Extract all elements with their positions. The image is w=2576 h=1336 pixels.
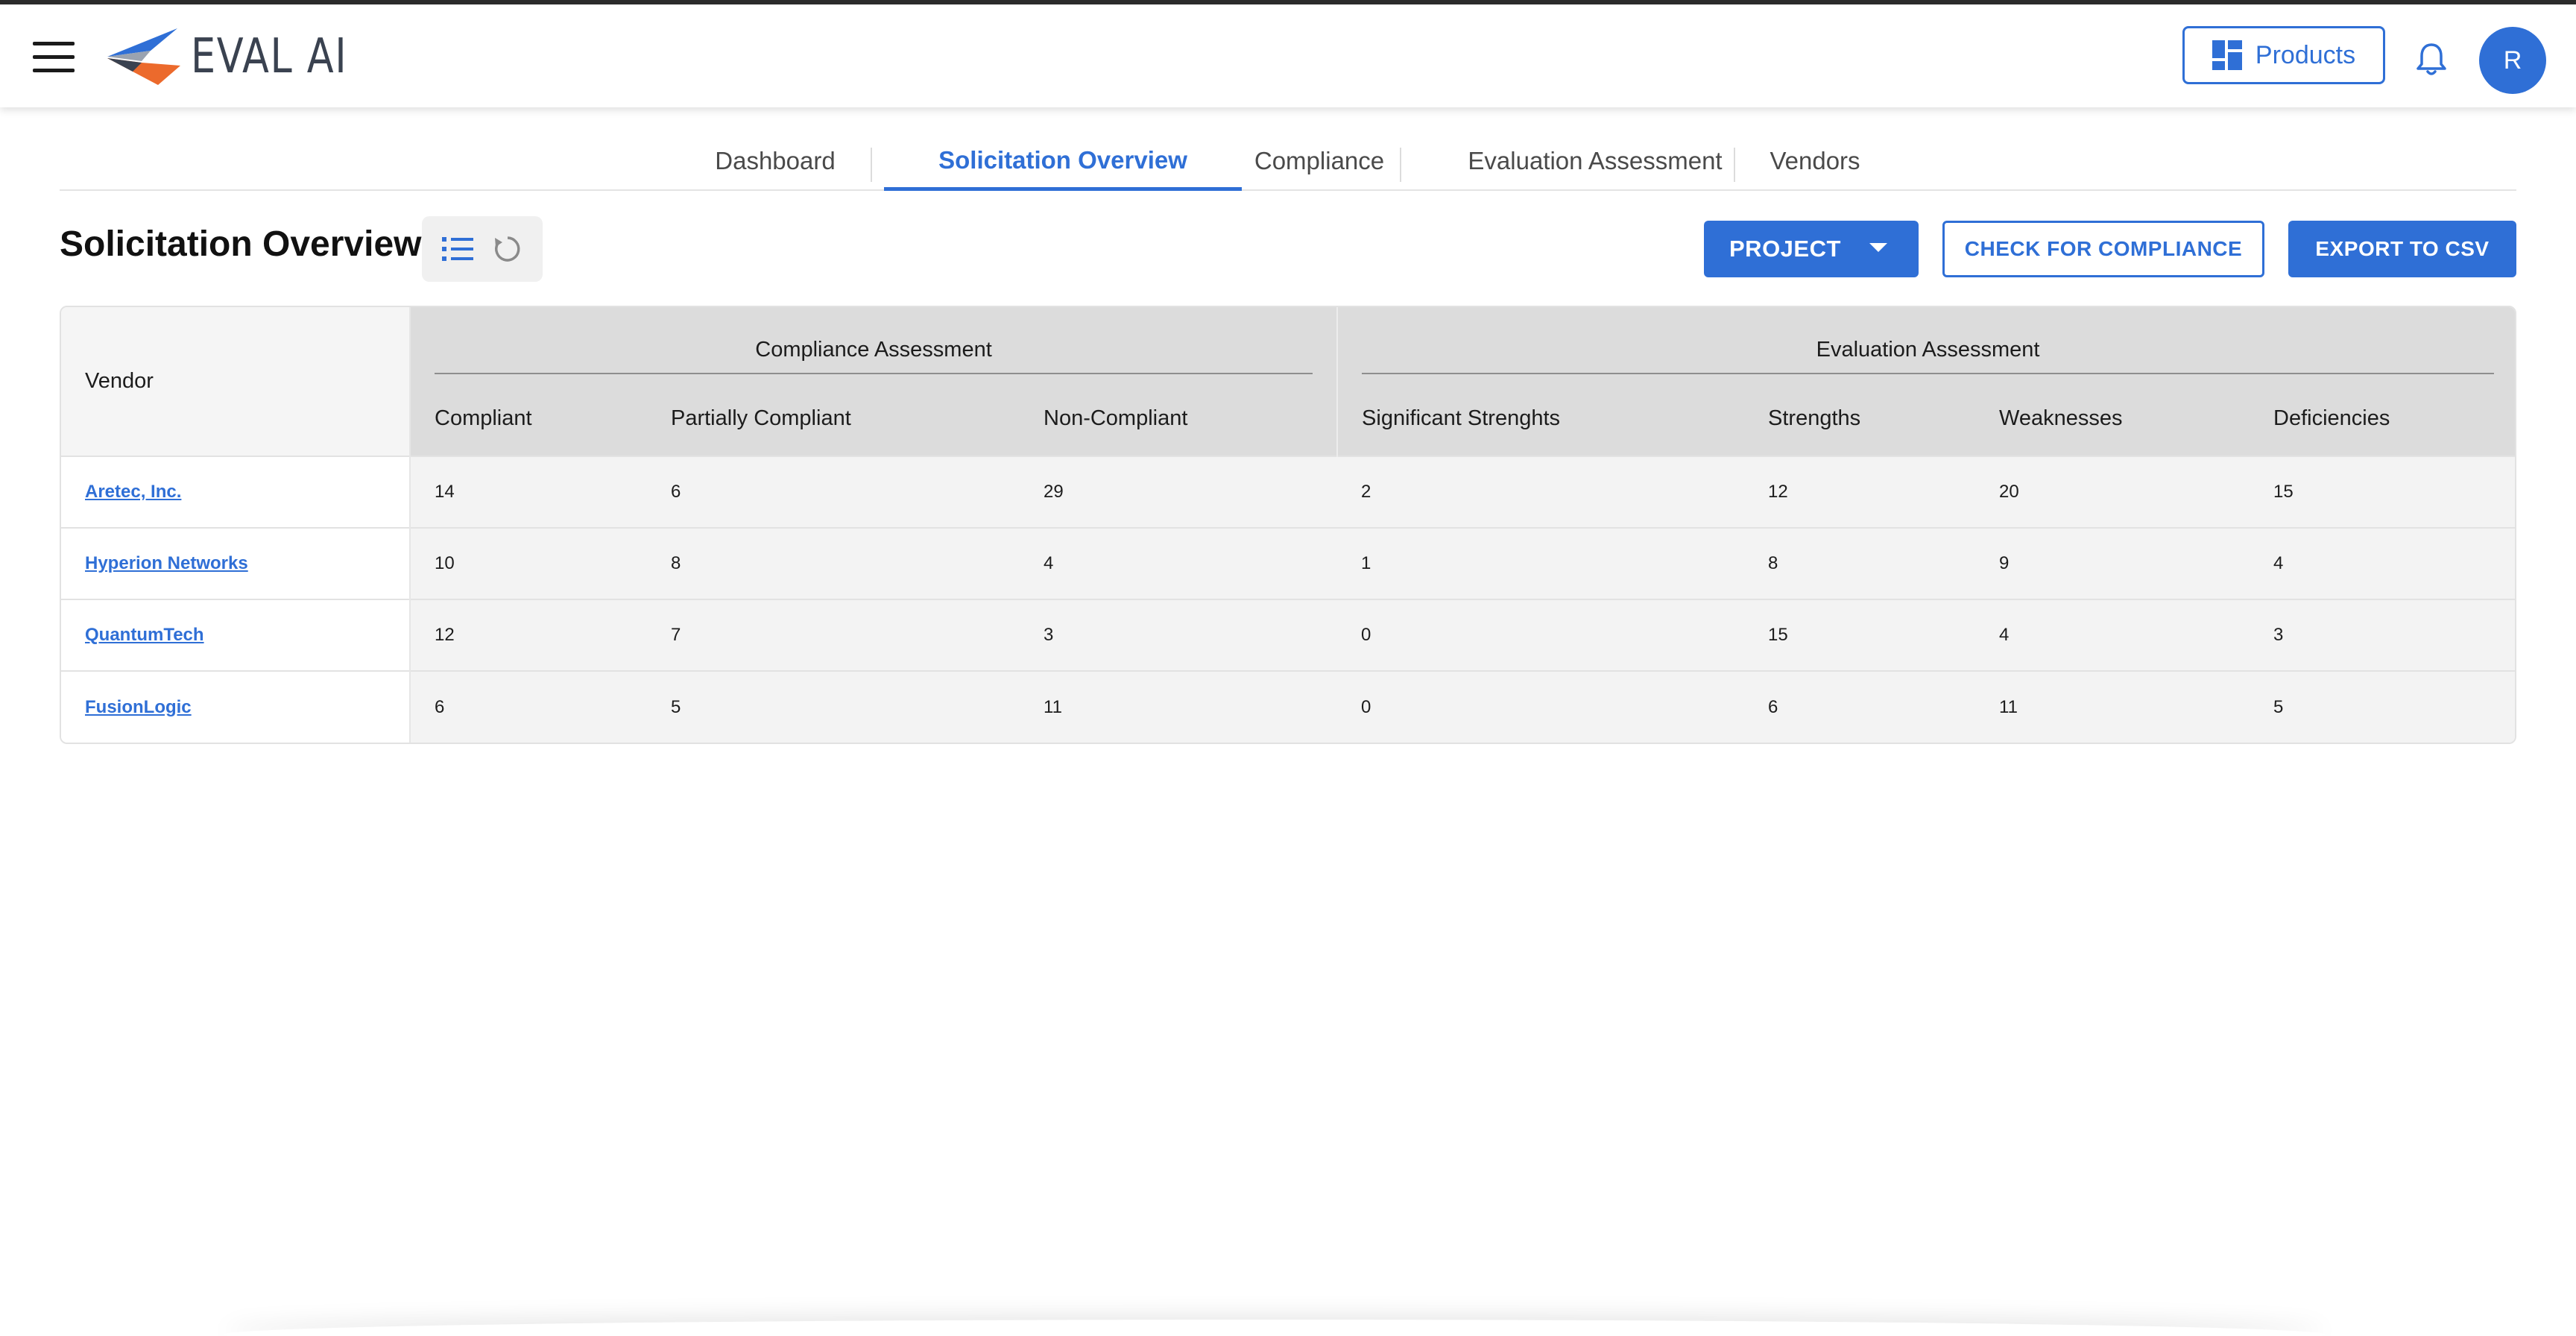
table-cell: 10 [410, 527, 647, 599]
vendor-cell: QuantumTech [61, 599, 411, 671]
project-dropdown[interactable]: PROJECT [1704, 221, 1919, 277]
column-header-compliant: Compliant [410, 382, 647, 456]
table-cell: 8 [1744, 527, 1976, 599]
app-logo[interactable]: EVAL AI [106, 27, 382, 86]
table-cell: 3 [2250, 599, 2515, 671]
table-cell: 7 [647, 599, 1020, 671]
table-cell: 12 [410, 599, 647, 671]
table-cell: 5 [647, 670, 1020, 743]
bell-icon[interactable] [2415, 42, 2448, 76]
solicitation-table: Vendor Compliance Assessment Evaluation … [60, 306, 2516, 744]
column-header-deficiencies: Deficiencies [2250, 382, 2515, 456]
logo-text: EVAL AI [191, 29, 348, 84]
check-compliance-button[interactable]: CHECK FOR COMPLIANCE [1942, 221, 2264, 277]
tab-divider [1400, 148, 1401, 182]
list-icon[interactable] [439, 230, 476, 268]
table-cell: 29 [1020, 456, 1338, 528]
group-divider [435, 373, 1313, 374]
view-toggle [422, 216, 543, 282]
eval-ai-logo-mark [107, 28, 180, 85]
table-cell: 3 [1020, 599, 1338, 671]
table-cell: 4 [1975, 599, 2250, 671]
table-cell: 0 [1337, 670, 1745, 743]
table-cell: 1 [1337, 527, 1745, 599]
column-header-significant-strengths: Significant Strenghts [1337, 382, 1745, 456]
grid-icon [2212, 40, 2242, 70]
evaluation-group-label: Evaluation Assessment [1816, 337, 2040, 362]
table-cell: 6 [647, 456, 1020, 528]
compliance-group-header: Compliance Assessment [410, 307, 1339, 382]
vendor-link[interactable]: QuantumTech [85, 625, 204, 645]
table-cell: 11 [1975, 670, 2250, 743]
column-header-weaknesses: Weaknesses [1975, 382, 2250, 456]
table-cell: 20 [1975, 456, 2250, 528]
table-cell: 4 [1020, 527, 1338, 599]
vendor-cell: FusionLogic [61, 670, 411, 743]
group-divider [1362, 373, 2495, 374]
main-tabs: Dashboard Solicitation Overview Complian… [60, 131, 2516, 191]
table-cell: 6 [1744, 670, 1976, 743]
vendor-cell: Hyperion Networks [61, 527, 411, 599]
table-row: Aretec, Inc. 14 6 29 2 12 20 15 [61, 456, 2515, 528]
app-page: EVAL AI Products R Dashboard Solicitatio… [0, 0, 2576, 1336]
tab-divider [1734, 148, 1735, 182]
table-cell: 14 [410, 456, 647, 528]
table-cell: 15 [1744, 599, 1976, 671]
table-row: QuantumTech 12 7 3 0 15 4 3 [61, 599, 2515, 671]
tab-vendors[interactable]: Vendors [1737, 131, 1893, 191]
top-bar: EVAL AI Products R [0, 4, 2576, 107]
table-cell: 8 [647, 527, 1020, 599]
tab-solicitation-overview[interactable]: Solicitation Overview [884, 131, 1242, 191]
table-row: Hyperion Networks 10 8 4 1 8 9 4 [61, 527, 2515, 599]
tab-compliance[interactable]: Compliance [1237, 131, 1401, 191]
evaluation-group-header: Evaluation Assessment [1337, 307, 2515, 382]
tab-evaluation-assessment[interactable]: Evaluation Assessment [1409, 131, 1781, 191]
column-header-non-compliant: Non-Compliant [1020, 382, 1339, 456]
compliance-group-label: Compliance Assessment [755, 337, 992, 362]
tab-divider [871, 148, 872, 182]
table-row: FusionLogic 6 5 11 0 6 11 5 [61, 670, 2515, 743]
table-cell: 4 [2250, 527, 2515, 599]
vendor-link[interactable]: FusionLogic [85, 697, 192, 717]
vendor-cell: Aretec, Inc. [61, 456, 411, 528]
vendor-column-header: Vendor [61, 307, 411, 456]
menu-icon[interactable] [33, 40, 75, 73]
tab-dashboard[interactable]: Dashboard [686, 131, 865, 191]
products-label: Products [2255, 40, 2356, 69]
table-cell: 6 [410, 670, 647, 743]
table-cell: 2 [1337, 456, 1745, 528]
vendor-link[interactable]: Aretec, Inc. [85, 482, 181, 502]
page-title: Solicitation Overview [60, 224, 422, 264]
table-cell: 12 [1744, 456, 1976, 528]
project-label: PROJECT [1729, 236, 1841, 262]
table-cell: 9 [1975, 527, 2250, 599]
table-cell: 5 [2250, 670, 2515, 743]
vendor-link[interactable]: Hyperion Networks [85, 553, 248, 573]
table-cell: 0 [1337, 599, 1745, 671]
table-cell: 15 [2250, 456, 2515, 528]
refresh-icon[interactable] [489, 230, 526, 268]
table-cell: 11 [1020, 670, 1338, 743]
chevron-down-icon [1869, 243, 1887, 252]
bottom-shadow [224, 1320, 2326, 1336]
user-avatar[interactable]: R [2479, 27, 2546, 94]
export-csv-button[interactable]: EXPORT TO CSV [2288, 221, 2516, 277]
column-header-strengths: Strengths [1744, 382, 1976, 456]
products-button[interactable]: Products [2182, 26, 2385, 84]
column-header-partially-compliant: Partially Compliant [647, 382, 1020, 456]
